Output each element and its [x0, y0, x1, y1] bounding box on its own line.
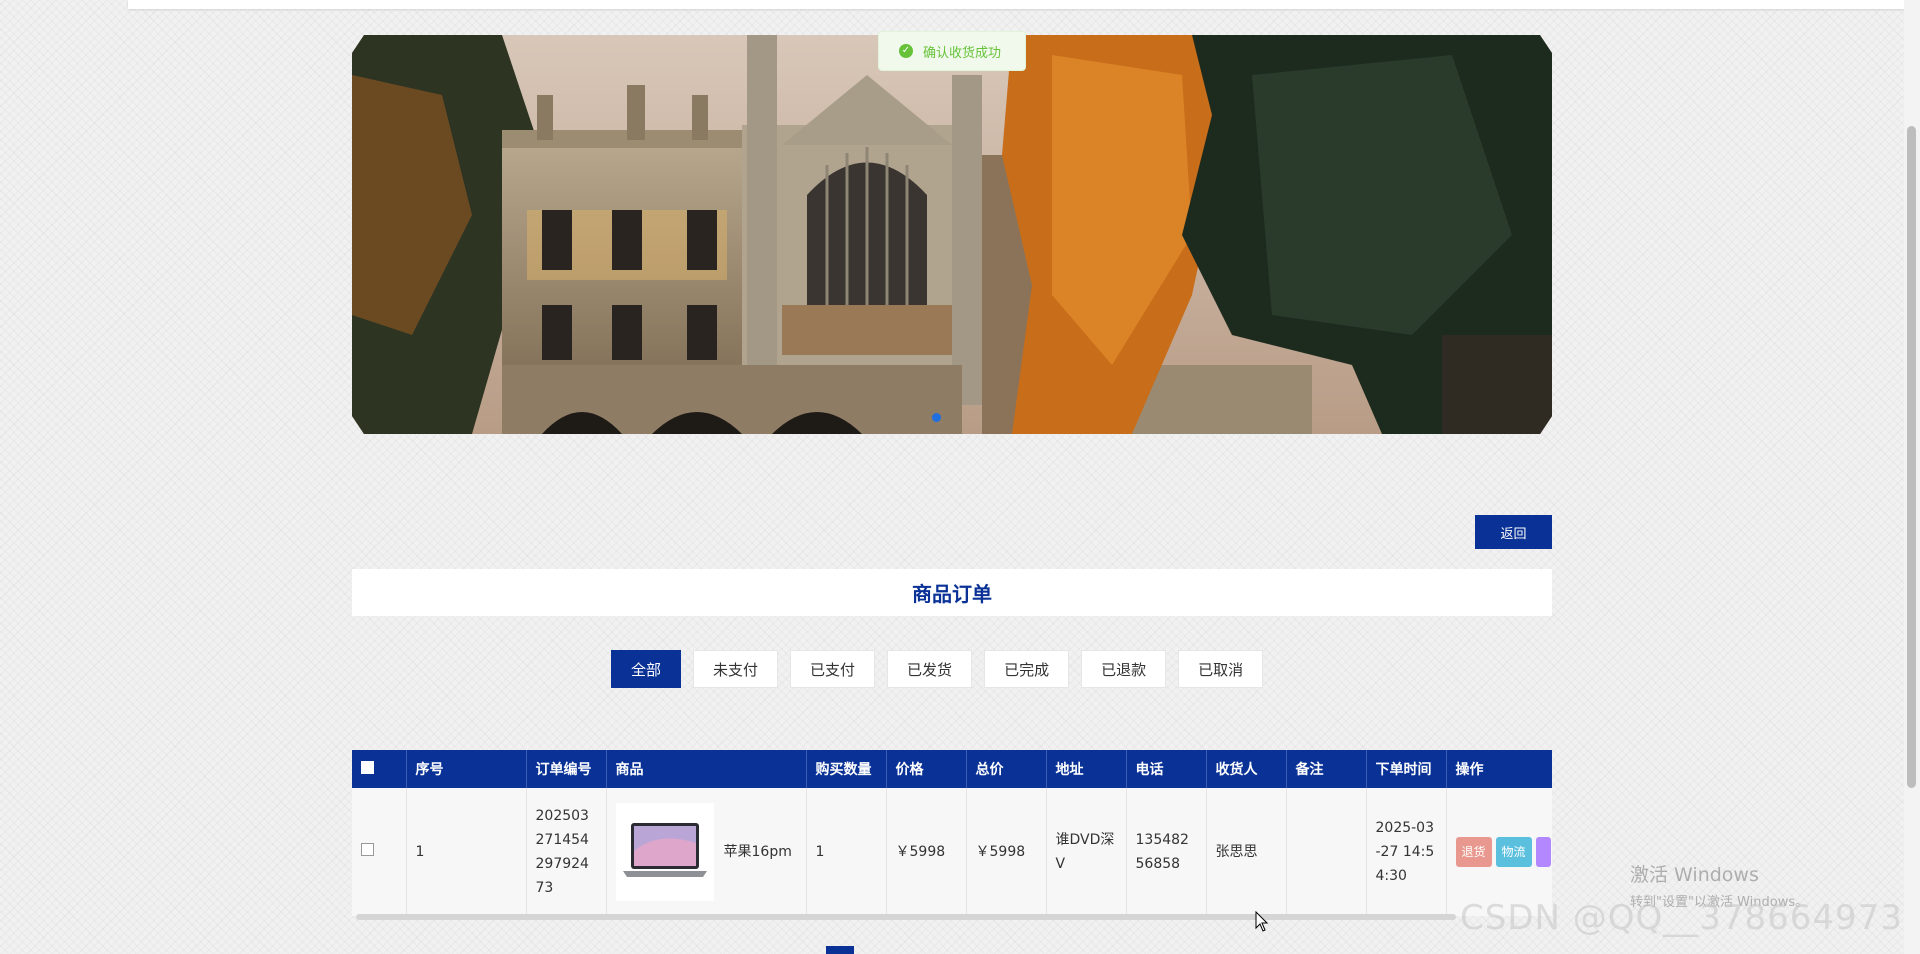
cell-receiver: 张思思 [1206, 788, 1287, 916]
col-header-address: 地址 [1046, 750, 1127, 788]
table-horizontal-scrollbar[interactable] [356, 914, 1456, 920]
page-scrollbar[interactable] [1904, 0, 1920, 954]
laptop-image [622, 823, 707, 877]
row-checkbox[interactable] [361, 843, 374, 856]
table-header-row: 序号 订单编号 商品 购买数量 价格 总价 地址 电话 收货人 备注 下单时间 … [352, 750, 1552, 788]
tab-all[interactable]: 全部 [611, 650, 682, 688]
page-title-bar: 商品订单 [352, 569, 1552, 616]
page-scrollbar-thumb[interactable] [1907, 126, 1916, 788]
logistics-button[interactable]: 物流 [1495, 837, 1532, 867]
col-header-remark: 备注 [1286, 750, 1367, 788]
col-header-quantity: 购买数量 [806, 750, 887, 788]
col-header-order-time: 下单时间 [1366, 750, 1447, 788]
cell-quantity: 1 [806, 788, 887, 916]
cell-phone: 13548256858 [1126, 788, 1207, 916]
return-button[interactable]: 退货 [1455, 837, 1492, 867]
orders-table: 序号 订单编号 商品 购买数量 价格 总价 地址 电话 收货人 备注 下单时间 … [352, 750, 1552, 916]
check-circle-icon: ✓ [899, 44, 913, 58]
order-status-tabs: 全部 未支付 已支付 已发货 已完成 已退款 已取消 [611, 650, 1264, 688]
tab-refunded[interactable]: 已退款 [1081, 650, 1167, 688]
cell-total: ￥5998 [966, 788, 1047, 916]
product-thumbnail [615, 803, 714, 901]
tab-cancelled[interactable]: 已取消 [1178, 650, 1264, 688]
cell-price: ￥5998 [886, 788, 967, 916]
watermark-line1: 激活 Windows [1630, 864, 1759, 886]
back-button[interactable]: 返回 [1475, 515, 1552, 549]
select-all-cell[interactable] [352, 750, 407, 788]
page-title: 商品订单 [912, 582, 992, 606]
col-header-phone: 电话 [1126, 750, 1207, 788]
col-header-receiver: 收货人 [1206, 750, 1287, 788]
product-name: 苹果16pm [723, 844, 792, 860]
csdn-watermark: CSDN @QQ__3786649731 [1460, 898, 1920, 938]
cell-product: 苹果16pm [606, 788, 807, 916]
success-toast: ✓ 确认收货成功 [878, 31, 1026, 71]
cell-order-time: 2025-03-27 14:54:30 [1366, 788, 1447, 916]
cell-index: 1 [406, 788, 527, 916]
row-select-cell[interactable] [352, 788, 407, 916]
col-header-order-no: 订单编号 [526, 750, 607, 788]
table-row: 1 20250327145429792473 苹果16pm 1 ￥5998 ￥5… [352, 788, 1552, 916]
mouse-cursor-icon [1255, 911, 1269, 932]
top-nav-bar [128, 0, 1908, 9]
carousel-indicator-active[interactable] [932, 413, 941, 422]
tab-shipped[interactable]: 已发货 [887, 650, 973, 688]
banner-image [352, 35, 1552, 434]
col-header-actions: 操作 [1446, 750, 1552, 788]
select-all-checkbox[interactable] [361, 760, 374, 774]
col-header-total: 总价 [966, 750, 1047, 788]
cell-order-no: 20250327145429792473 [526, 788, 607, 916]
banner-carousel[interactable] [352, 35, 1552, 434]
pagination-current-page[interactable] [826, 946, 854, 954]
col-header-product: 商品 [606, 750, 807, 788]
toast-text: 确认收货成功 [923, 45, 1002, 61]
col-header-price: 价格 [886, 750, 967, 788]
tab-paid[interactable]: 已支付 [790, 650, 876, 688]
cell-remark [1286, 788, 1367, 916]
orders-table-container: 序号 订单编号 商品 购买数量 价格 总价 地址 电话 收货人 备注 下单时间 … [352, 750, 1552, 916]
cell-actions: 退货 物流 [1446, 788, 1552, 916]
more-action-button[interactable] [1535, 837, 1552, 867]
tab-completed[interactable]: 已完成 [984, 650, 1070, 688]
col-header-index: 序号 [406, 750, 527, 788]
cell-address: 谁DVD深V [1046, 788, 1127, 916]
tab-unpaid[interactable]: 未支付 [693, 650, 779, 688]
